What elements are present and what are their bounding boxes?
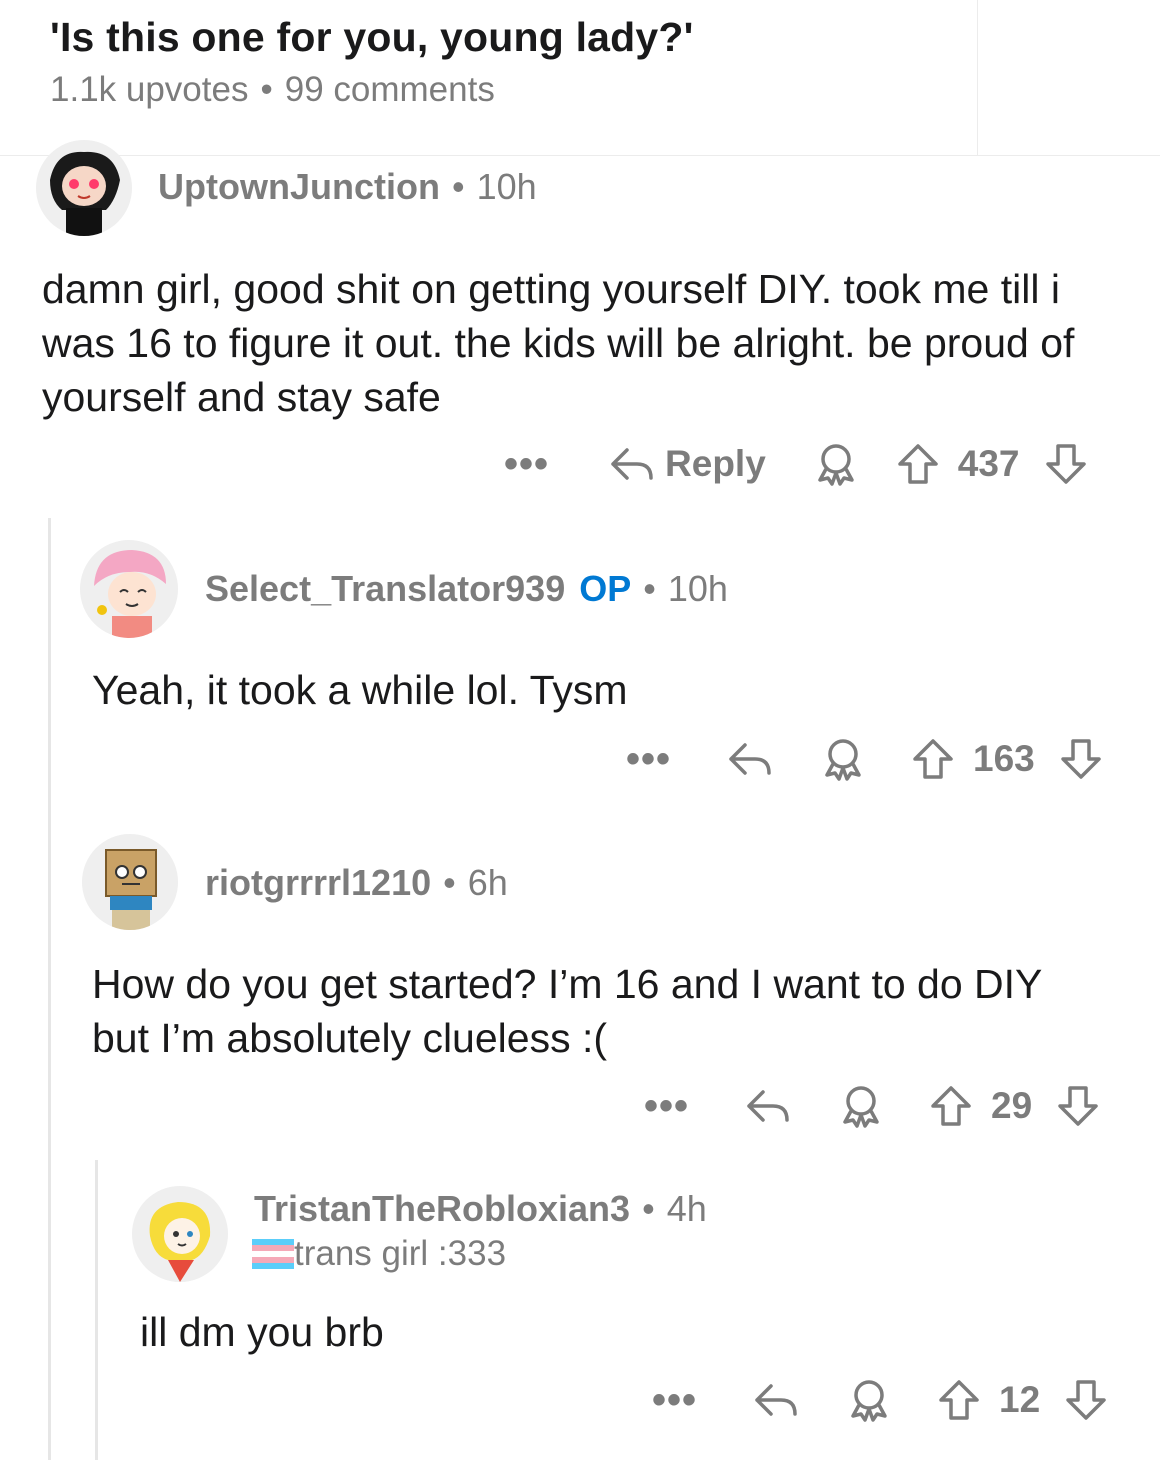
reply-label: Reply bbox=[665, 443, 766, 484]
upvote-button[interactable] bbox=[911, 737, 955, 781]
reply-button[interactable] bbox=[725, 739, 773, 779]
vote-count: 29 bbox=[991, 1085, 1033, 1126]
comment-body: ill dm you brb bbox=[140, 1309, 384, 1355]
avatar[interactable] bbox=[132, 1186, 228, 1282]
more-options-button[interactable]: ••• bbox=[644, 1086, 689, 1126]
award-button[interactable] bbox=[839, 1084, 883, 1128]
comment-body: damn girl, good shit on getting yourself… bbox=[42, 266, 1075, 420]
op-badge: OP bbox=[579, 568, 632, 609]
upvote-arrow-icon bbox=[896, 442, 940, 486]
award-button[interactable] bbox=[847, 1378, 891, 1422]
upvote-arrow-icon bbox=[911, 737, 955, 781]
comment-author-line: UptownJunction • 10h bbox=[158, 166, 537, 208]
downvote-button[interactable] bbox=[1064, 1378, 1108, 1422]
trans-flag-icon bbox=[252, 1239, 294, 1269]
comment-body: Yeah, it took a while lol. Tysm bbox=[92, 667, 628, 713]
downvote-button[interactable] bbox=[1044, 442, 1088, 486]
comment-body: How do you get started? I’m 16 and I wan… bbox=[92, 961, 1042, 1061]
more-options-button[interactable]: ••• bbox=[626, 739, 671, 779]
avatar-image bbox=[36, 140, 132, 236]
avatar-image bbox=[82, 834, 178, 930]
vote-count: 12 bbox=[999, 1379, 1041, 1420]
comment-author-line: TristanTheRobloxian3 • 4h bbox=[254, 1188, 707, 1230]
comment-age: 10h bbox=[476, 166, 537, 207]
downvote-arrow-icon bbox=[1056, 1084, 1100, 1128]
username[interactable]: UptownJunction bbox=[158, 166, 440, 207]
comment-actions: ••• Reply 437 bbox=[504, 434, 1088, 494]
award-button[interactable] bbox=[814, 442, 858, 486]
award-icon bbox=[814, 442, 858, 486]
post-header[interactable]: 'Is this one for you, young lady?' 1.1k … bbox=[0, 0, 1160, 156]
meta-separator: • bbox=[443, 862, 456, 903]
award-icon bbox=[821, 737, 865, 781]
post-meta: 1.1k upvotes • 99 comments bbox=[50, 70, 495, 110]
comment-author-line: Select_Translator939 OP • 10h bbox=[205, 568, 728, 610]
username[interactable]: riotgrrrrl1210 bbox=[205, 862, 431, 903]
comment-age: 6h bbox=[467, 862, 508, 903]
avatar-image bbox=[132, 1186, 228, 1282]
avatar[interactable] bbox=[80, 540, 178, 638]
avatar[interactable] bbox=[82, 834, 178, 930]
comment-age: 4h bbox=[666, 1188, 707, 1229]
comment-thread-page: 'Is this one for you, young lady?' 1.1k … bbox=[0, 0, 1160, 1460]
award-button[interactable] bbox=[821, 737, 865, 781]
upvote-arrow-icon bbox=[929, 1084, 973, 1128]
upvote-count: 1.1k upvotes bbox=[50, 70, 249, 109]
comment-age: 10h bbox=[667, 568, 728, 609]
award-icon bbox=[847, 1378, 891, 1422]
reply-arrow-icon bbox=[725, 739, 773, 779]
reply-button[interactable]: Reply bbox=[607, 443, 766, 485]
more-options-button[interactable]: ••• bbox=[652, 1380, 697, 1420]
avatar[interactable] bbox=[36, 140, 132, 236]
more-options-button[interactable]: ••• bbox=[504, 444, 549, 484]
downvote-arrow-icon bbox=[1059, 737, 1103, 781]
meta-separator: • bbox=[260, 70, 273, 109]
reply-button[interactable] bbox=[751, 1380, 799, 1420]
reply-arrow-icon bbox=[607, 444, 655, 484]
avatar-image bbox=[80, 540, 178, 638]
upvote-button[interactable] bbox=[937, 1378, 981, 1422]
downvote-button[interactable] bbox=[1059, 737, 1103, 781]
meta-separator: • bbox=[451, 166, 465, 207]
downvote-arrow-icon bbox=[1044, 442, 1088, 486]
downvote-button[interactable] bbox=[1056, 1084, 1100, 1128]
upvote-button[interactable] bbox=[896, 442, 940, 486]
meta-separator: • bbox=[643, 568, 656, 609]
downvote-arrow-icon bbox=[1064, 1378, 1108, 1422]
comment-count: 99 comments bbox=[284, 70, 495, 109]
username[interactable]: TristanTheRobloxian3 bbox=[254, 1188, 630, 1229]
reply-arrow-icon bbox=[743, 1086, 791, 1126]
meta-separator: • bbox=[642, 1188, 655, 1229]
username[interactable]: Select_Translator939 bbox=[205, 568, 565, 609]
upvote-arrow-icon bbox=[937, 1378, 981, 1422]
reply-arrow-icon bbox=[751, 1380, 799, 1420]
comment-actions: ••• 12 bbox=[652, 1370, 1108, 1430]
comment-actions: ••• 163 bbox=[626, 729, 1103, 789]
vote-count: 437 bbox=[957, 443, 1020, 484]
comment-author-line: riotgrrrrl1210 • 6h bbox=[205, 862, 508, 904]
header-divider bbox=[977, 0, 978, 156]
thread-line-level-2[interactable] bbox=[95, 1160, 98, 1460]
thread-line-level-1[interactable] bbox=[48, 518, 51, 1460]
vote-count: 163 bbox=[973, 738, 1035, 779]
reply-button[interactable] bbox=[743, 1086, 791, 1126]
post-title[interactable]: 'Is this one for you, young lady?' bbox=[50, 14, 694, 61]
flair-text: trans girl :333 bbox=[294, 1234, 507, 1273]
upvote-button[interactable] bbox=[929, 1084, 973, 1128]
user-flair: trans girl :333 bbox=[252, 1234, 506, 1274]
comment-actions: ••• 29 bbox=[644, 1076, 1100, 1136]
award-icon bbox=[839, 1084, 883, 1128]
